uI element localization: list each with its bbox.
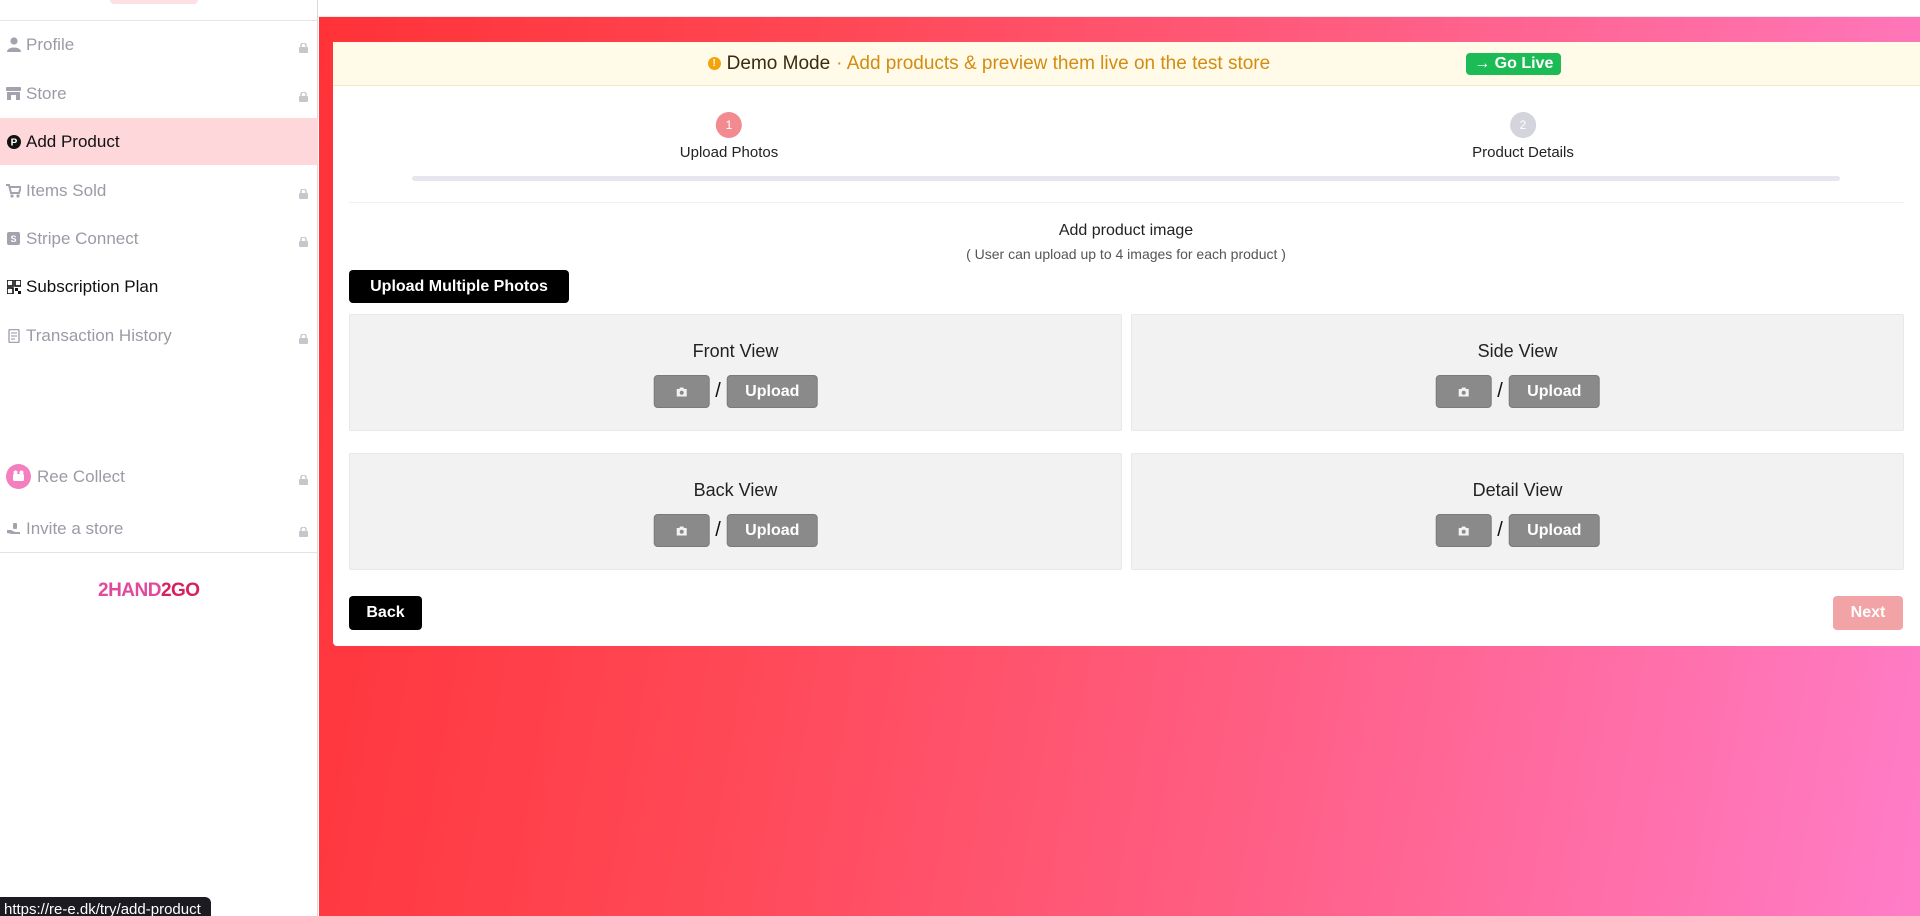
panel-controls: / Upload — [653, 514, 818, 547]
camera-button[interactable] — [1435, 375, 1492, 408]
sidebar: Profile Store P Add Product Items Sold S… — [0, 0, 318, 916]
hand-icon — [6, 521, 21, 536]
ree-collect-icon — [6, 464, 31, 489]
panel-controls: / Upload — [1435, 375, 1600, 408]
front-view-panel: Front View / Upload — [349, 314, 1122, 431]
step-product-details: 2 Product Details — [1472, 112, 1574, 161]
side-view-panel: Side View / Upload — [1131, 314, 1904, 431]
svg-text:P: P — [10, 137, 17, 148]
step-number: 1 — [716, 112, 742, 138]
step-label: Upload Photos — [679, 144, 779, 161]
receipt-icon — [6, 328, 21, 343]
lock-icon — [299, 40, 308, 53]
sidebar-item-label: Profile — [26, 34, 75, 54]
camera-icon — [676, 526, 687, 535]
upload-button[interactable]: Upload — [1508, 375, 1600, 408]
add-product-image-subtitle: ( User can upload up to 4 images for eac… — [966, 246, 1286, 262]
sidebar-divider — [0, 552, 318, 553]
camera-icon — [676, 387, 687, 396]
separator: / — [1497, 380, 1503, 402]
panel-title: Front View — [692, 341, 779, 361]
sidebar-item-subscription-plan[interactable]: Subscription Plan — [0, 263, 318, 310]
status-bar-url: https://re-e.dk/try/add-product — [0, 897, 211, 916]
lock-icon — [299, 331, 308, 344]
demo-mode-title: Demo Mode — [726, 52, 831, 74]
stripe-icon: S — [6, 231, 21, 246]
next-button[interactable]: Next — [1833, 596, 1903, 630]
sidebar-top-strip — [0, 0, 317, 21]
demo-mode-message: · Add products & preview them live on th… — [836, 52, 1271, 74]
qr-icon — [6, 279, 21, 294]
p-circle-icon: P — [6, 134, 21, 149]
sidebar-item-transaction-history[interactable]: Transaction History — [0, 312, 318, 359]
brand-logo: 2HAND2GO — [98, 580, 200, 602]
sidebar-item-label: Add Product — [26, 131, 120, 151]
lock-icon — [299, 89, 308, 102]
sidebar-item-invite-a-store[interactable]: Invite a store — [0, 505, 318, 552]
sidebar-item-profile[interactable]: Profile — [0, 21, 318, 68]
upload-multiple-photos-button[interactable]: Upload Multiple Photos — [349, 270, 569, 303]
sidebar-item-add-product[interactable]: P Add Product — [0, 118, 318, 165]
sidebar-item-label: Items Sold — [26, 180, 107, 200]
panel-title: Side View — [1477, 341, 1558, 361]
sidebar-item-store[interactable]: Store — [0, 70, 318, 117]
sidebar-item-stripe-connect[interactable]: S Stripe Connect — [0, 215, 318, 262]
camera-icon — [1458, 387, 1469, 396]
sidebar-item-label: Invite a store — [26, 518, 124, 538]
brand-logo-part2: 2GO — [160, 580, 200, 601]
lock-icon — [299, 234, 308, 247]
sidebar-item-ree-collect[interactable]: Ree Collect — [0, 453, 318, 500]
sidebar-top-accent — [110, 0, 198, 4]
sidebar-item-label: Store — [26, 83, 67, 103]
panel-title: Detail View — [1472, 480, 1563, 500]
separator: / — [715, 380, 721, 402]
camera-button[interactable] — [1435, 514, 1492, 547]
separator: / — [1497, 519, 1503, 541]
cart-icon — [6, 183, 21, 198]
lock-icon — [299, 524, 308, 537]
info-icon: ! — [707, 57, 721, 70]
step-upload-photos: 1 Upload Photos — [680, 112, 778, 161]
step-progress-track — [412, 176, 1840, 181]
steps-divider — [349, 202, 1904, 203]
sidebar-item-items-sold[interactable]: Items Sold — [0, 167, 318, 214]
step-label: Product Details — [1472, 144, 1574, 161]
user-icon — [6, 37, 21, 52]
brand-logo-part1: 2HAND — [98, 580, 161, 601]
camera-icon — [1458, 526, 1469, 535]
sidebar-item-label: Transaction History — [26, 325, 172, 345]
upload-button[interactable]: Upload — [1508, 514, 1600, 547]
main-top-bar — [319, 0, 1920, 17]
upload-button[interactable]: Upload — [726, 514, 818, 547]
panel-controls: / Upload — [1435, 514, 1600, 547]
sidebar-item-label: Stripe Connect — [26, 228, 139, 248]
separator: / — [715, 519, 721, 541]
panel-controls: / Upload — [653, 375, 818, 408]
upload-button[interactable]: Upload — [726, 375, 818, 408]
back-button[interactable]: Back — [349, 596, 422, 630]
store-icon — [6, 86, 21, 101]
detail-view-panel: Detail View / Upload — [1131, 453, 1904, 570]
panel-title: Back View — [693, 480, 778, 500]
svg-text:S: S — [10, 234, 16, 244]
demo-mode-banner: ! Demo Mode · Add products & preview the… — [333, 42, 1920, 86]
add-product-image-title: Add product image — [1058, 222, 1194, 239]
camera-button[interactable] — [653, 375, 710, 408]
camera-button[interactable] — [653, 514, 710, 547]
sidebar-item-label: Ree Collect — [37, 466, 125, 486]
back-view-panel: Back View / Upload — [349, 453, 1122, 570]
sidebar-item-label: Subscription Plan — [26, 276, 159, 296]
lock-icon — [299, 472, 308, 485]
lock-icon — [299, 186, 308, 199]
go-live-button[interactable]: → Go Live — [1466, 52, 1562, 75]
demo-mode-content: ! Demo Mode · Add products & preview the… — [707, 52, 1562, 75]
step-number: 2 — [1510, 112, 1536, 138]
